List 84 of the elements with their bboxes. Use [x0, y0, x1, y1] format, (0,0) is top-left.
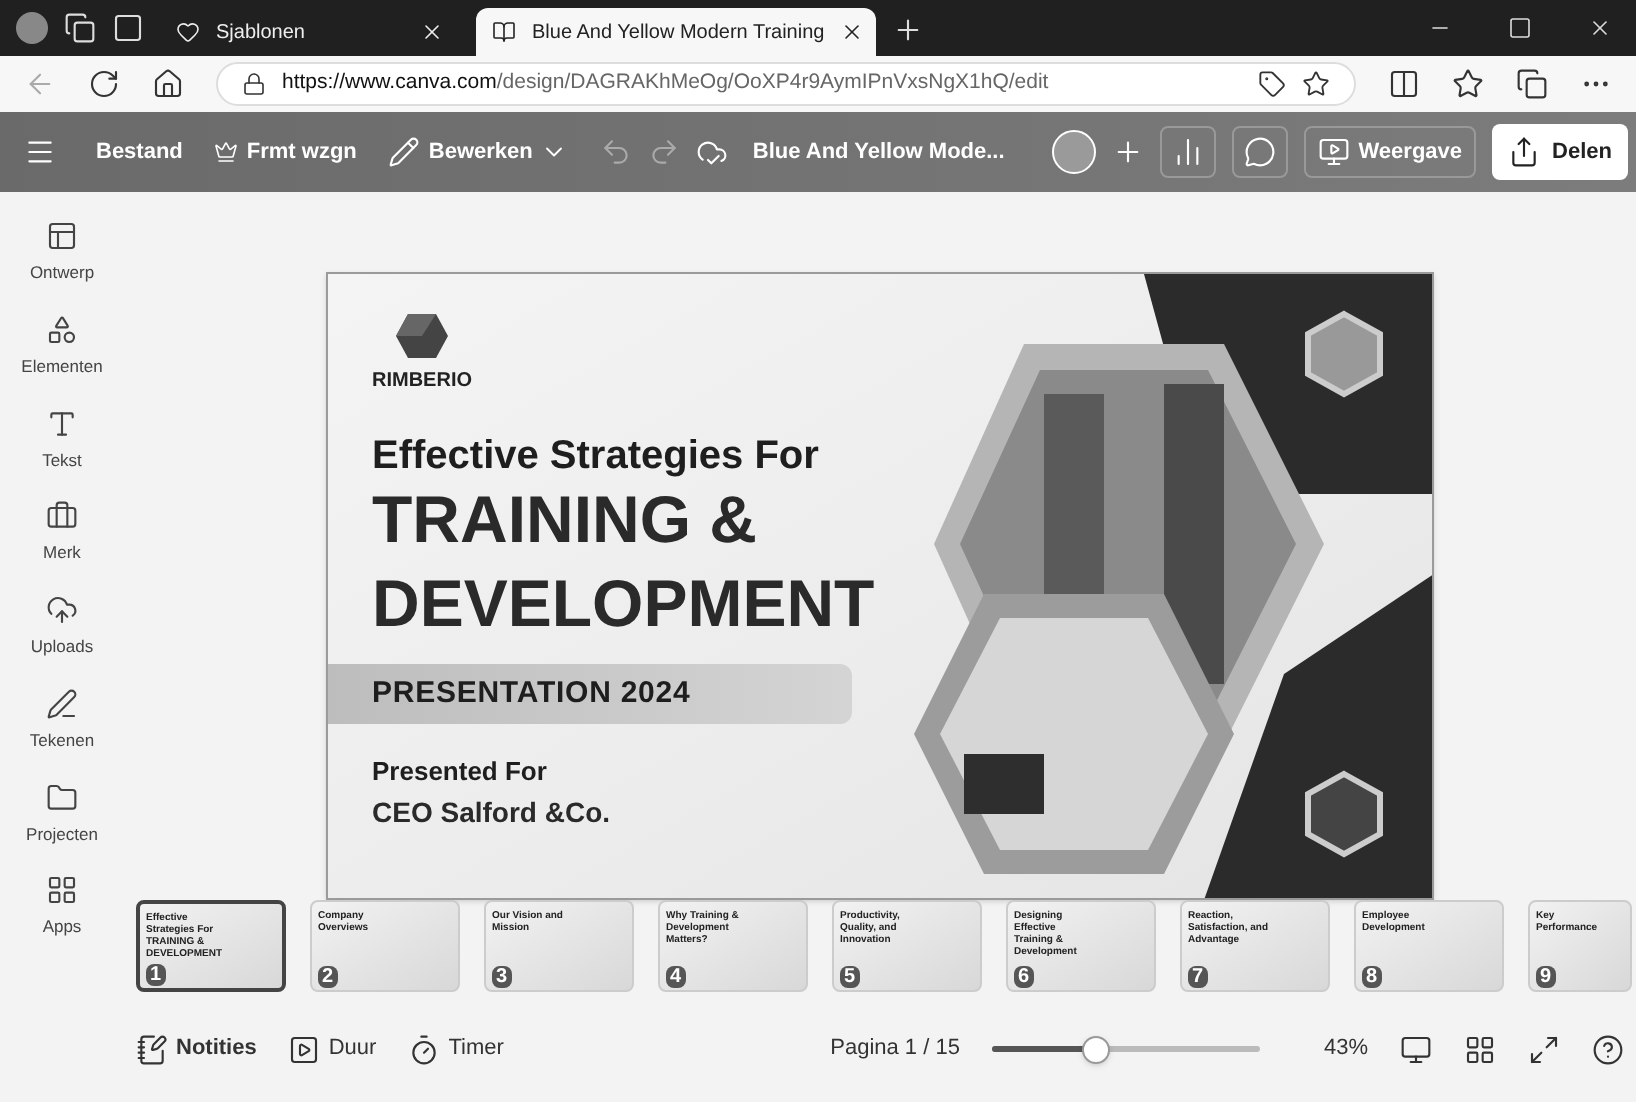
lock-icon: [242, 72, 266, 96]
sidebar-item[interactable]: Merk: [43, 500, 81, 566]
play-icon: [288, 1033, 321, 1065]
shapes-icon: [45, 313, 78, 346]
zoom-slider[interactable]: [991, 1035, 1260, 1063]
comment-icon: [1244, 136, 1277, 168]
client-name: CEO Salford &Co.: [372, 793, 613, 831]
sidebar-item[interactable]: Projecten: [26, 781, 98, 847]
insights-button[interactable]: [1160, 126, 1217, 178]
apps-grid-icon: [46, 874, 78, 907]
split-screen-icon[interactable]: [1388, 68, 1420, 100]
folder-icon: [45, 781, 78, 813]
browser-tab[interactable]: Blue And Yellow Modern Training: [476, 8, 876, 56]
timer-button[interactable]: Timer: [408, 1032, 504, 1066]
cloud-saved-icon[interactable]: [696, 136, 729, 168]
page-number: 3: [492, 966, 512, 988]
share-icon: [1508, 136, 1541, 168]
page-number: 7: [1188, 966, 1208, 988]
url-field[interactable]: https://www.canva.com/design/DAGRAKhMeOg/OoXP4r9AymIPnVxsNgX1hQ/edit: [216, 62, 1356, 106]
timer-icon: [408, 1033, 441, 1065]
browser-tab[interactable]: Sjablonen: [160, 8, 460, 56]
close-icon[interactable]: [420, 20, 444, 44]
profile-avatar[interactable]: [16, 12, 48, 44]
pen-icon: [45, 687, 78, 720]
page-number: 9: [1536, 966, 1556, 988]
new-tab-icon[interactable]: [892, 14, 924, 46]
close-icon[interactable]: [1588, 16, 1612, 40]
share-button[interactable]: Delen: [1492, 124, 1628, 180]
favorite-icon[interactable]: [1302, 70, 1330, 98]
sidebar-item[interactable]: Apps: [42, 874, 82, 940]
workspaces-icon[interactable]: [64, 12, 96, 44]
tab-actions-icon[interactable]: [112, 12, 144, 44]
grid-view-icon[interactable]: [1464, 1033, 1496, 1065]
presented-label: Presented For: [372, 754, 549, 790]
comment-button[interactable]: [1232, 126, 1289, 178]
slide-title: TRAINING &: [372, 480, 757, 560]
fullscreen-icon[interactable]: [1528, 1033, 1560, 1065]
page-indicator[interactable]: Pagina 1 / 15: [830, 1032, 960, 1066]
sidebar-item[interactable]: Ontwerp: [29, 220, 95, 286]
page-number: 1: [146, 964, 166, 986]
duration-button[interactable]: Duur: [288, 1032, 377, 1066]
collaborator-avatar[interactable]: [1052, 130, 1097, 174]
help-icon[interactable]: [1592, 1033, 1624, 1065]
maximize-icon[interactable]: [1508, 16, 1532, 40]
cube-logo-icon: [396, 314, 448, 358]
zoom-reading: 43%: [1323, 1034, 1368, 1065]
menu-item[interactable]: Frmt wzgn: [206, 135, 365, 169]
page-view-icon[interactable]: [1400, 1033, 1432, 1065]
view-button[interactable]: Weergave: [1304, 126, 1477, 178]
page-number: 2: [318, 966, 338, 988]
tab-title: Blue And Yellow Modern Training: [532, 19, 825, 47]
sidebar-item[interactable]: Uploads: [30, 594, 94, 660]
tag-icon[interactable]: [1258, 70, 1286, 98]
pencil-icon: [388, 136, 421, 168]
layout-icon: [46, 220, 78, 252]
url-text: https://www.canva.com/design/DAGRAKhMeOg/OoXP4r9AymIPnVxsNgX1hQ/edit: [282, 68, 1051, 99]
slider-thumb[interactable]: [1082, 1035, 1111, 1063]
home-icon[interactable]: [152, 68, 184, 100]
cloud-upload-icon: [46, 594, 78, 626]
page-number: 4: [666, 966, 686, 988]
close-icon[interactable]: [840, 20, 865, 44]
text-icon: [46, 407, 78, 439]
menu-item[interactable]: Bewerken: [380, 135, 577, 169]
menu-item[interactable]: Bestand: [88, 135, 191, 169]
page-number: 6: [1014, 966, 1034, 988]
page-number: 8: [1362, 966, 1382, 988]
menu-icon[interactable]: [24, 136, 56, 168]
slide-title: DEVELOPMENT: [372, 564, 875, 644]
notes-button[interactable]: Notities: [136, 1032, 257, 1066]
sidebar-item[interactable]: Tekenen: [29, 687, 95, 753]
slide-subtitle: Effective Strategies For: [372, 436, 819, 476]
sidebar-item[interactable]: Tekst: [42, 407, 82, 473]
collections-icon[interactable]: [1516, 68, 1548, 100]
briefcase-icon: [45, 500, 78, 533]
notes-icon: [136, 1033, 168, 1065]
crown-icon: [214, 140, 239, 164]
reload-icon[interactable]: [88, 68, 120, 100]
favorites-icon[interactable]: [1452, 68, 1484, 100]
page-number: 5: [840, 966, 860, 988]
brand-name: RIMBERIO: [372, 368, 472, 396]
sidebar-item[interactable]: Elementen: [21, 313, 103, 379]
design-title[interactable]: Blue And Yellow Mode...: [752, 135, 1005, 169]
tab-title: Sjablonen: [216, 19, 307, 47]
banner-text: PRESENTATION 2024: [372, 673, 691, 714]
